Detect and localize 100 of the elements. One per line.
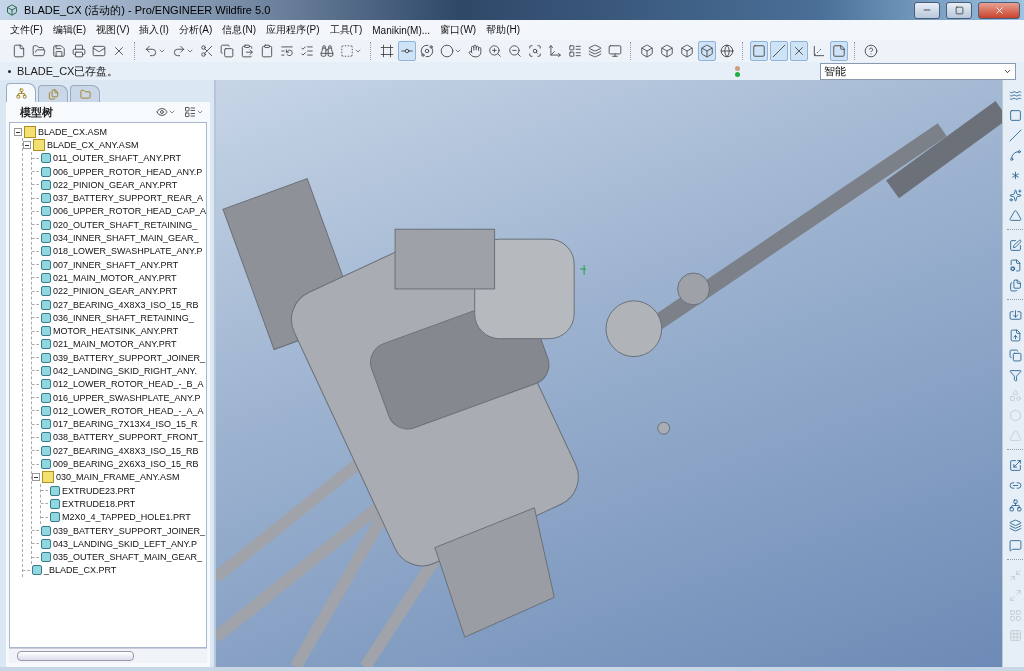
tree-item[interactable]: 020_OUTER_SHAFT_RETAINING_ [53, 219, 198, 230]
tree-item[interactable]: 027_BEARING_4X8X3_ISO_15_RB [53, 445, 199, 456]
menu-item[interactable]: 工具(T) [329, 23, 363, 37]
tree-item[interactable]: 016_UPPER_SWASHPLATE_ANY.P [53, 392, 201, 403]
navigator-tab[interactable] [38, 85, 68, 102]
tree-item[interactable]: 006_UPPER_ROTOR_HEAD_CAP_A [53, 206, 206, 217]
tree-item[interactable]: 042_LANDING_SKID_RIGHT_ANY. [53, 366, 197, 376]
minimize-button[interactable] [914, 1, 940, 19]
part-icon [50, 498, 60, 509]
maximize-button[interactable] [946, 1, 972, 19]
part-icon [41, 352, 51, 363]
menu-item[interactable]: 分析(A) [178, 23, 213, 37]
caret-icon [195, 108, 204, 116]
tree-item[interactable]: 021_MAIN_MOTOR_ANY.PRT [53, 339, 177, 350]
toolbar-button[interactable] [398, 41, 416, 61]
part-icon [41, 445, 51, 456]
tree-item[interactable]: 030_MAIN_FRAME_ANY.ASM [56, 472, 180, 483]
tree-item[interactable]: 039_BATTERY_SUPPORT_JOINER_ [53, 525, 206, 536]
tree-item[interactable]: 034_INNER_SHAFT_MAIN_GEAR_ [53, 233, 199, 243]
tree-item[interactable]: 037_BATTERY_SUPPORT_REAR_A [53, 193, 204, 204]
part-icon [41, 166, 51, 177]
tree-item[interactable]: 011_OUTER_SHAFT_ANY.PRT [53, 153, 182, 164]
toolbar-button[interactable] [830, 41, 848, 61]
tree-item[interactable]: 018_LOWER_SWASHPLATE_ANY.P [53, 246, 203, 257]
menu-item[interactable]: 插入(I) [139, 23, 169, 37]
shaded-cube-icon [700, 44, 714, 58]
tree-item[interactable]: 027_BEARING_4X8X3_ISO_15_RB [53, 299, 199, 310]
menu-item[interactable]: 窗口(W) [440, 23, 477, 37]
tree-item[interactable]: _BLADE_CX.PRT [44, 565, 117, 576]
assembly-icon [24, 125, 36, 138]
part-icon [41, 326, 51, 337]
toolbar-button[interactable] [770, 41, 788, 61]
clipboard-icon [260, 44, 274, 58]
tree-item[interactable]: 006_UPPER_ROTOR_HEAD_ANY.P [53, 166, 203, 177]
tree-item[interactable]: 038_BATTERY_SUPPORT_FRONT_ [53, 432, 204, 443]
traffic-light-icon [735, 65, 741, 77]
toolbar-button[interactable] [698, 41, 716, 61]
menu-item[interactable]: 帮助(H) [486, 23, 521, 37]
part-icon [41, 525, 51, 536]
views-icon [568, 44, 582, 58]
expand-toggle[interactable] [23, 140, 31, 149]
tree-item[interactable]: 035_OUTER_SHAFT_MAIN_GEAR_ [53, 552, 203, 563]
tree-item[interactable]: 017_BEARING_7X13X4_ISO_15_R [53, 419, 198, 430]
caret-icon [454, 47, 462, 55]
menu-item[interactable]: 编辑(E) [52, 23, 87, 37]
menu-item[interactable]: 文件(F) [10, 23, 43, 37]
tree-item[interactable]: 012_LOWER_ROTOR_HEAD_-_B_A [53, 379, 204, 390]
part-icon [41, 286, 51, 297]
part-icon [41, 219, 51, 230]
tree-item[interactable]: EXTRUDE23.PRT [62, 485, 136, 496]
part-icon [50, 512, 60, 523]
tree-item[interactable]: 009_BEARING_2X6X3_ISO_15_RB [53, 459, 199, 470]
part-icon [41, 339, 51, 350]
part-icon [41, 379, 51, 390]
tree-item[interactable]: MOTOR_HEATSINK_ANY.PRT [53, 326, 179, 337]
tree-item[interactable]: 022_PINION_GEAR_ANY.PRT [53, 179, 178, 190]
layers-icon [588, 44, 602, 58]
assembly-icon [33, 138, 45, 151]
menu-item[interactable]: Manikin(M)... [372, 24, 431, 36]
print-icon [72, 44, 86, 58]
status-message: BLADE_CX已存盘。 [16, 63, 120, 79]
toolbar-button[interactable] [790, 41, 808, 61]
tree-item[interactable]: 036_INNER_SHAFT_RETAINING_ [53, 312, 194, 323]
wireframe-icon [640, 44, 654, 58]
close-icon [112, 44, 126, 58]
toolbar-button[interactable] [750, 41, 768, 61]
folder-icon [79, 88, 91, 100]
menu-item[interactable]: 应用程序(P) [266, 23, 320, 37]
part-icon [41, 153, 51, 164]
close-button[interactable] [978, 1, 1020, 19]
horizontal-scrollbar[interactable] [9, 648, 207, 663]
tree-item[interactable]: M2X0_4_TAPPED_HOLE1.PRT [62, 512, 191, 523]
list-icon [280, 44, 294, 58]
navigator-tab[interactable] [6, 83, 36, 102]
menu-item[interactable]: 信息(N) [222, 23, 257, 37]
part-icon [41, 459, 51, 470]
close-icon [993, 4, 1005, 16]
tree-item[interactable]: 039_BATTERY_SUPPORT_JOINER_ [53, 352, 206, 363]
tree-item[interactable]: 043_LANDING_SKID_LEFT_ANY.P [53, 538, 197, 549]
tree-item[interactable]: 021_MAIN_MOTOR_ANY.PRT [53, 272, 177, 283]
csys-icon [812, 44, 826, 58]
tree-item[interactable]: 022_PINION_GEAR_ANY.PRT [53, 286, 178, 297]
mail-icon [92, 44, 106, 58]
part-icon [41, 405, 51, 416]
tree-item[interactable]: 007_INNER_SHAFT_ANY.PRT [53, 259, 179, 270]
part-icon [41, 233, 51, 243]
expand-toggle[interactable] [32, 473, 40, 482]
part-icon [50, 485, 60, 496]
part-icon [41, 538, 51, 549]
filter-dropdown[interactable]: 智能 [820, 62, 1016, 80]
cut-icon [200, 44, 214, 58]
tree-item[interactable]: BLADE_CX.ASM [38, 126, 108, 137]
tree-item[interactable]: EXTRUDE18.PRT [62, 498, 136, 509]
caret-icon [167, 108, 176, 116]
tree-item[interactable]: 012_LOWER_ROTOR_HEAD_-_A_A [53, 405, 204, 416]
expand-toggle[interactable] [14, 127, 22, 136]
part-icon [41, 179, 51, 190]
tree-item[interactable]: BLADE_CX_ANY.ASM [47, 139, 139, 150]
checklist-icon [300, 44, 314, 58]
menu-item[interactable]: 视图(V) [96, 23, 130, 37]
